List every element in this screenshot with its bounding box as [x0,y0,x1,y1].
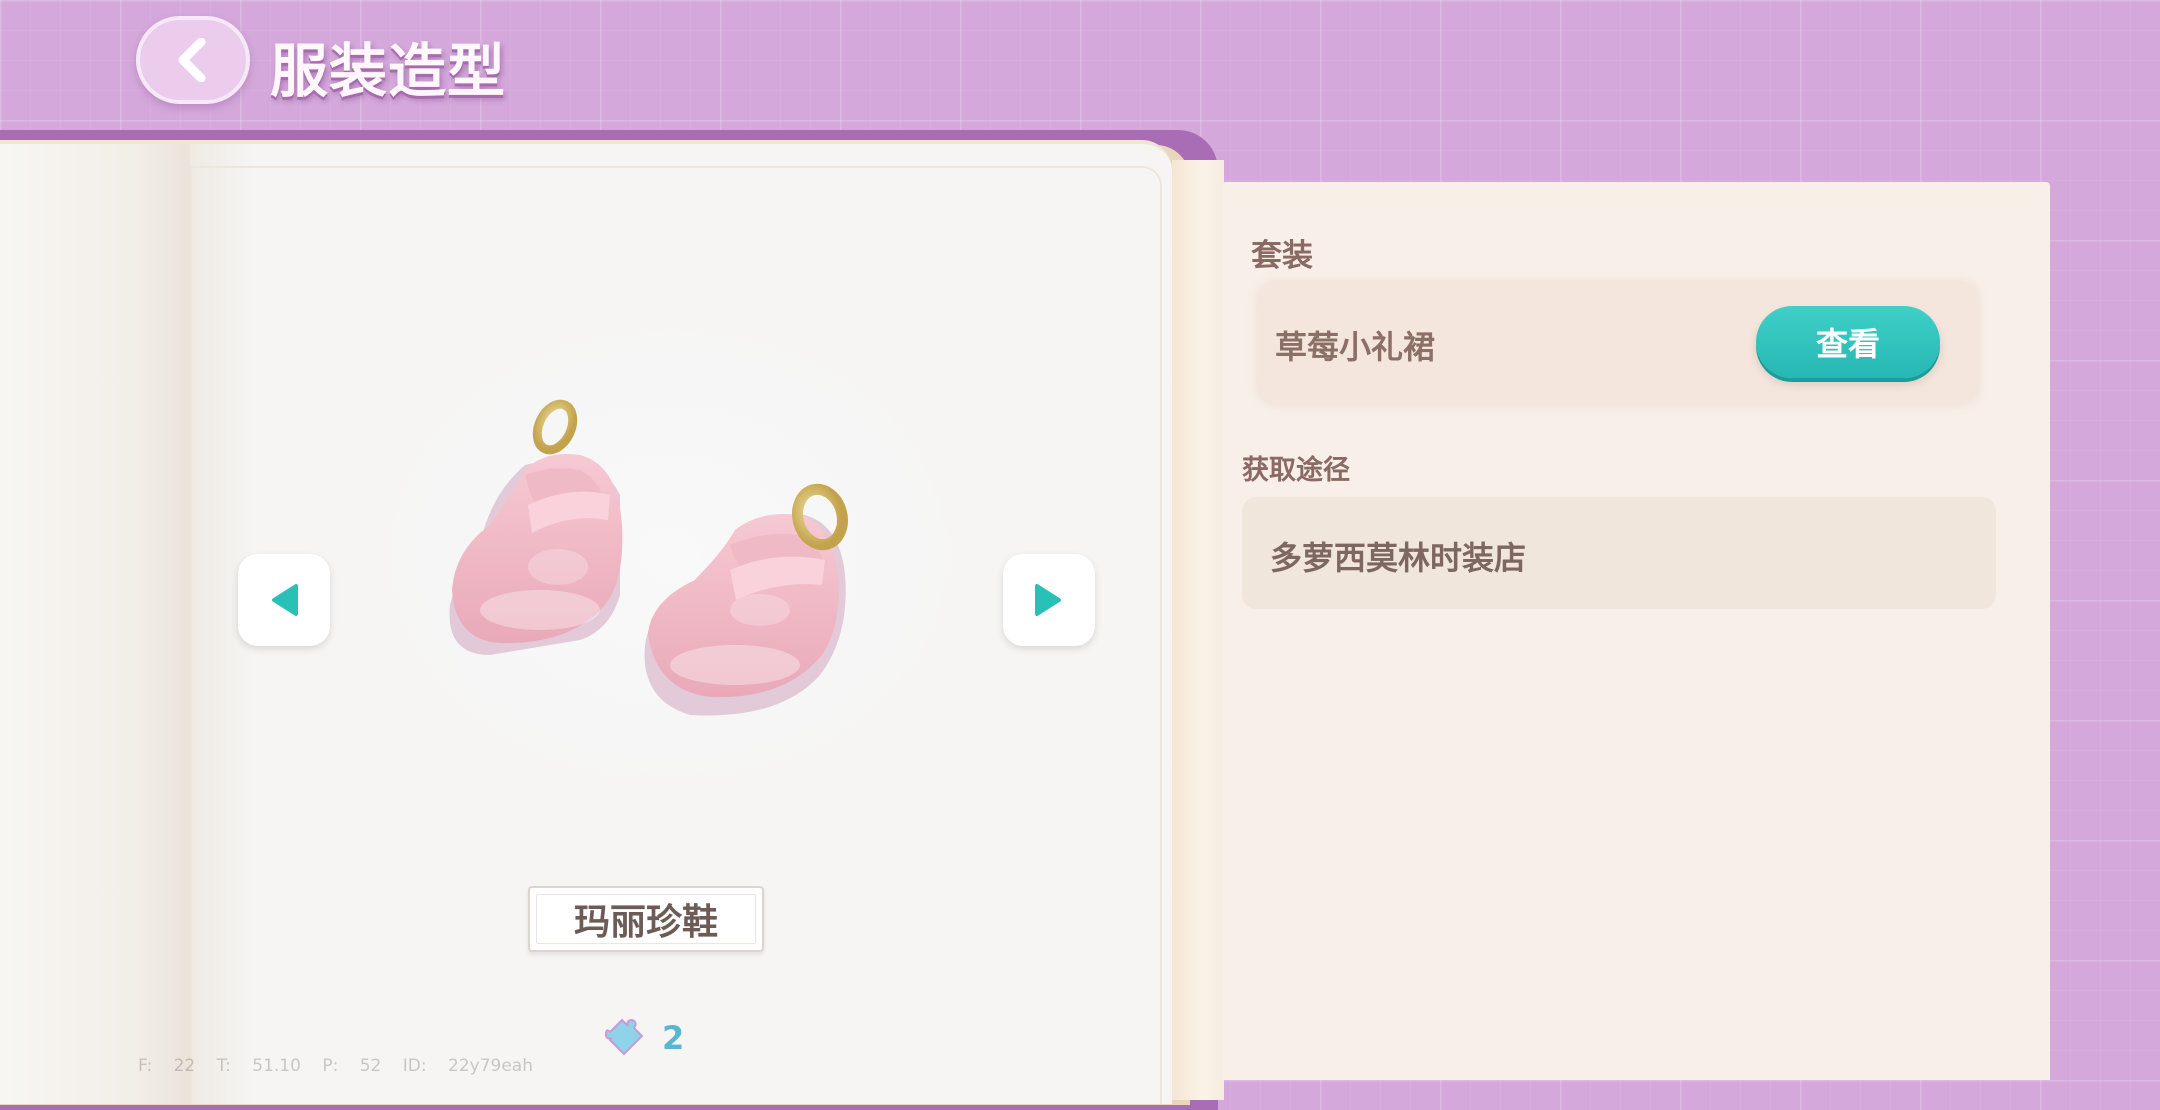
next-item-button[interactable] [1003,554,1095,646]
puzzle-piece-icon [604,1018,644,1056]
debug-info: F: 22 T: 51.10 P: 52 ID: 22y79eah [138,1056,533,1076]
right-shoe [644,483,848,716]
prev-item-button[interactable] [238,554,330,646]
previous-page [0,144,190,1104]
set-label: 套装 [1251,238,1313,274]
book-spine [1172,160,1224,1100]
back-button[interactable] [136,16,250,104]
left-shoe [449,399,623,655]
chevron-left-icon [178,38,206,82]
source-label: 获取途径 [1242,455,1350,486]
item-name-label: 玛丽珍鞋 [528,886,764,952]
item-name: 玛丽珍鞋 [573,902,718,943]
set-name: 草莓小礼裙 [1275,328,1436,366]
item-count-value: 2 [662,1019,685,1057]
shoes-image [449,399,848,716]
view-set-button-label: 查看 [1815,325,1880,363]
arrow-right-icon [1035,584,1061,616]
arrow-left-icon [272,584,298,616]
view-set-button[interactable]: 查看 [1756,306,1940,378]
item-count: 2 [604,1016,684,1060]
source-value: 多萝西莫林时装店 [1270,539,1527,577]
page-title: 服装造型 [270,37,507,105]
